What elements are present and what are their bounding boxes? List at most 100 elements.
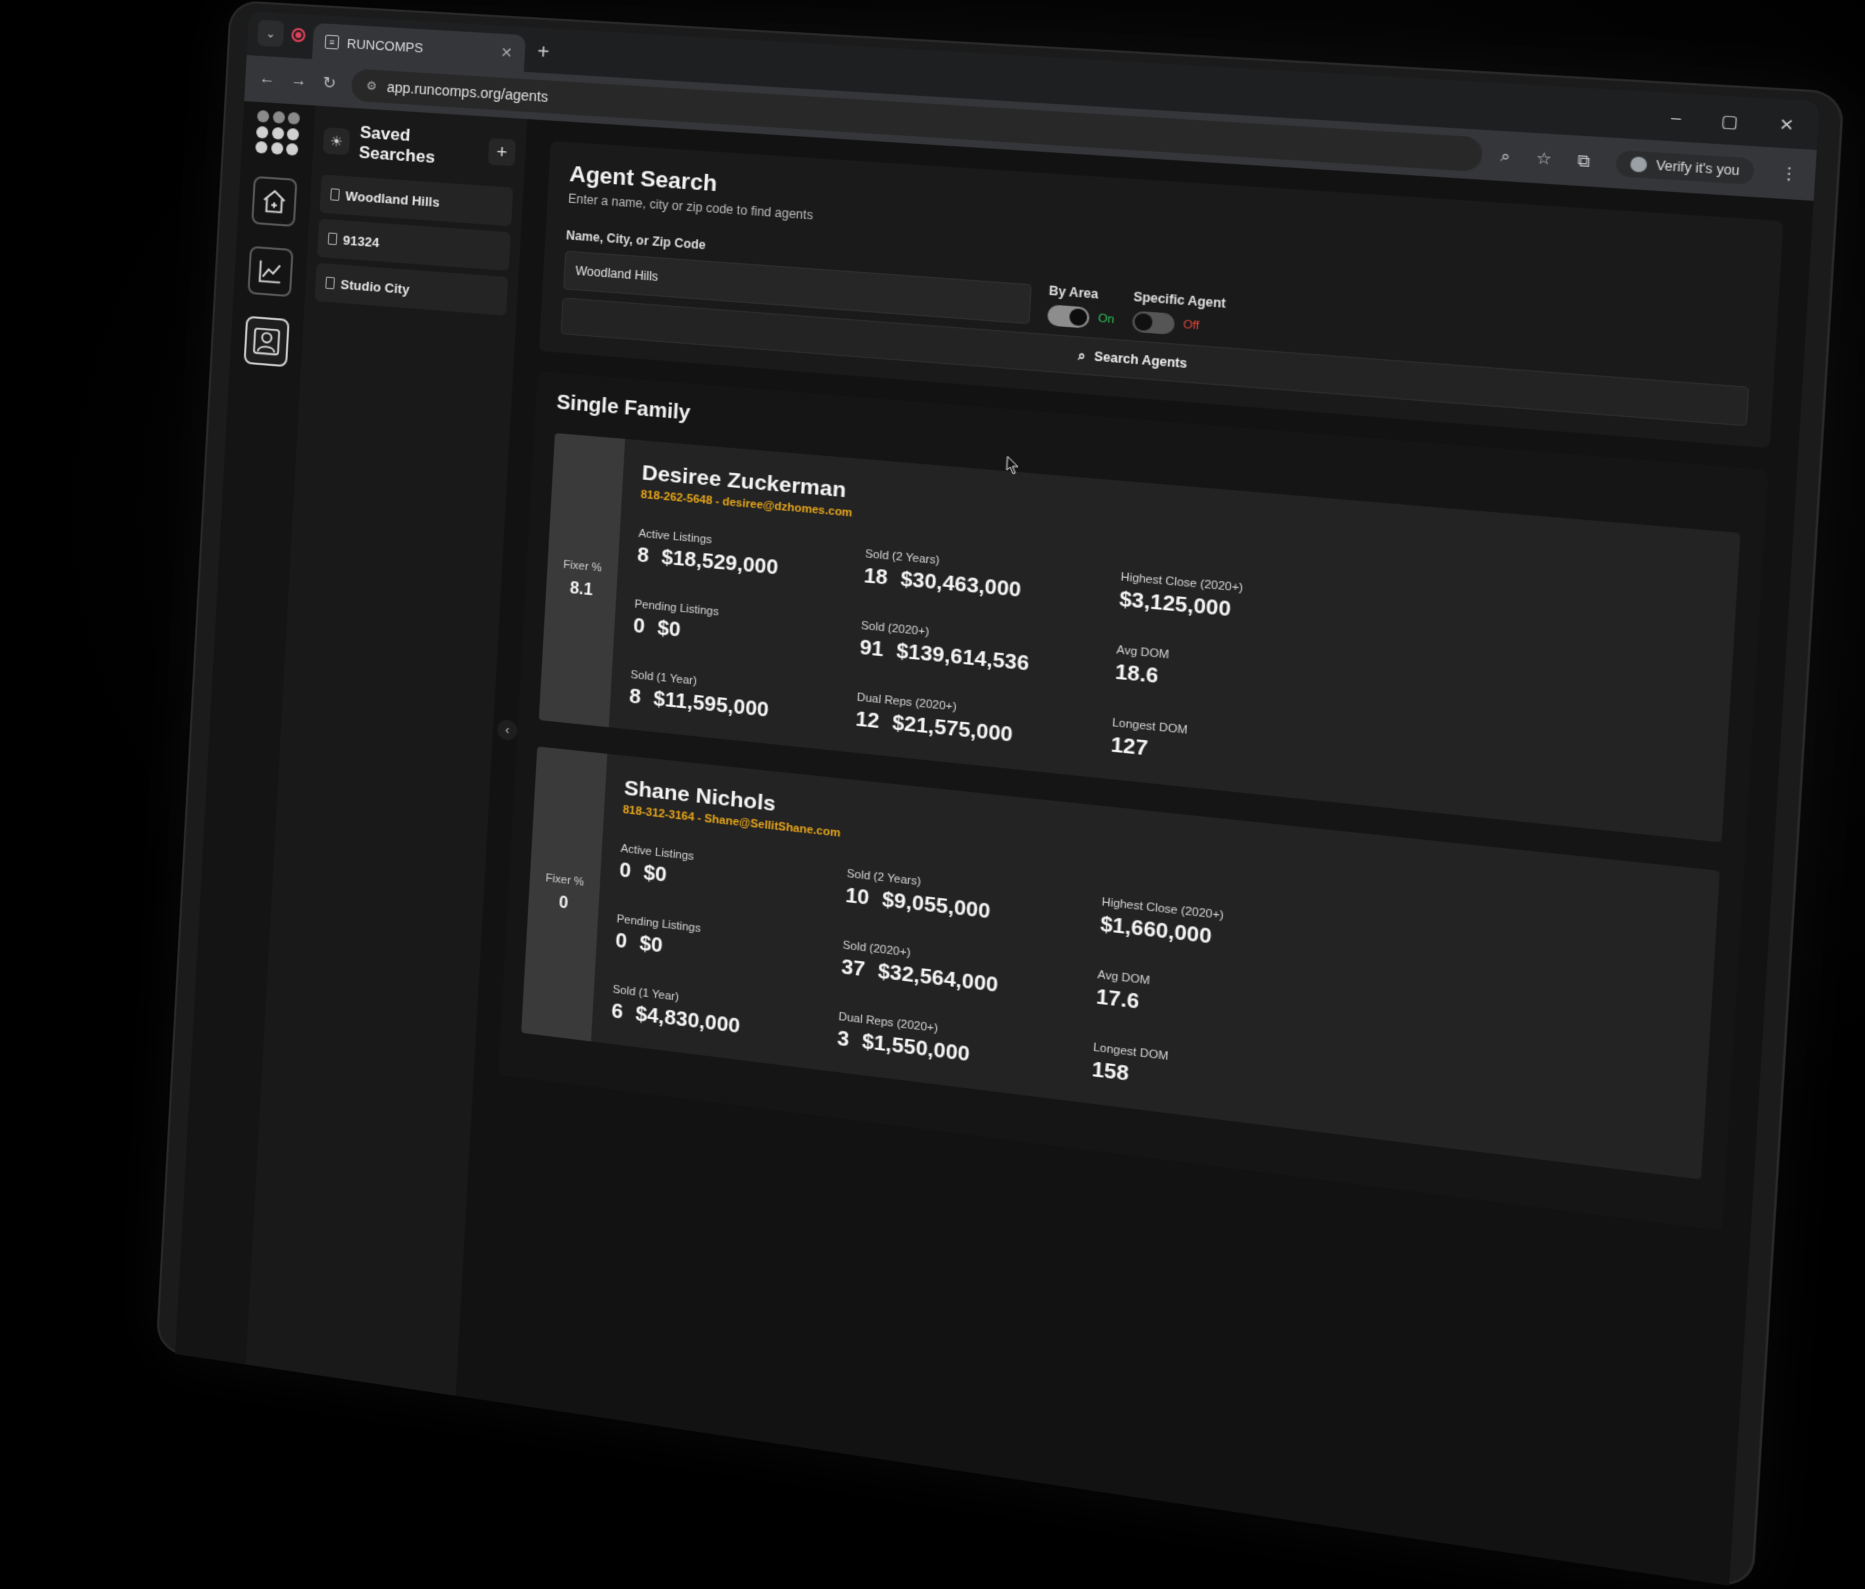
background: ⌄ ≡ RUNCOMPS ✕ + – ▢ ✕ ← → ↻ ⚙ app.runco… — [0, 0, 1865, 1589]
saved-search-label: Woodland Hills — [345, 187, 441, 210]
stat-value: 91 — [859, 636, 885, 662]
collapse-sidebar-button[interactable]: ‹ — [496, 718, 519, 742]
window-controls: – ▢ ✕ — [1670, 108, 1794, 135]
theme-toggle-icon[interactable]: ☀ — [322, 127, 351, 156]
recording-icon — [291, 27, 306, 43]
agent-card-list: Fixer % 8.1 Desiree Zuckerman 818-262-56… — [521, 433, 1741, 1180]
stat-avg-dom: Avg DOM 18.6 — [1114, 644, 1341, 707]
search-icon: ⌕ — [1077, 347, 1086, 363]
toolbar-icons: ⌕ ☆ ⧉ Verify it's you ⋮ — [1500, 143, 1799, 188]
by-area-toggle[interactable] — [1046, 304, 1090, 329]
extensions-icon[interactable]: ⧉ — [1577, 151, 1591, 170]
specific-agent-toggle[interactable] — [1131, 310, 1175, 335]
stat-active-listings: Active Listings 8 $18,529,000 — [637, 528, 866, 589]
stat-value: 3 — [836, 1027, 850, 1052]
minimize-icon[interactable]: – — [1670, 108, 1681, 128]
favicon-icon: ≡ — [324, 34, 340, 50]
forward-icon[interactable]: → — [290, 72, 307, 91]
stat-value: $3,125,000 — [1118, 587, 1232, 622]
analytics-nav-button[interactable] — [247, 245, 294, 298]
stat-value: 6 — [610, 999, 624, 1024]
stat-avg-dom: Avg DOM 17.6 — [1095, 969, 1321, 1037]
saved-search-item[interactable]: Studio City — [314, 262, 509, 316]
stat-value: 127 — [1110, 733, 1149, 761]
tab-title: RUNCOMPS — [346, 35, 424, 56]
stat-value: 0 — [618, 858, 632, 883]
stat-sold-2-years: Sold (2 Years) 10 $9,055,000 — [845, 868, 1102, 937]
house-plus-icon — [259, 185, 290, 213]
stat-highest-close: Highest Close (2020+) $1,660,000 — [1100, 896, 1326, 963]
app-logo[interactable] — [255, 109, 301, 157]
by-area-toggle-group: By Area On — [1046, 283, 1116, 330]
stat-pending-listings: Pending Listings 0 $0 — [615, 913, 843, 980]
saved-searches-title: Saved Searches — [358, 122, 436, 167]
stat-value: 0 — [614, 929, 628, 954]
stat-value: 8 — [636, 543, 650, 568]
saved-search-item[interactable]: Woodland Hills — [319, 174, 514, 227]
zoom-icon[interactable]: ⌕ — [1500, 147, 1511, 166]
saved-searches-header: ☀ Saved Searches + — [322, 120, 516, 173]
stat-value: $0 — [642, 861, 668, 887]
search-button-label: Search Agents — [1093, 349, 1188, 372]
reload-icon[interactable]: ↻ — [322, 73, 336, 94]
back-icon[interactable]: ← — [259, 70, 276, 89]
stat-dual-reps: Dual Reps (2020+) 3 $1,550,000 — [837, 1011, 1094, 1083]
avatar — [1629, 156, 1647, 173]
laptop-frame: ⌄ ≡ RUNCOMPS ✕ + – ▢ ✕ ← → ↻ ⚙ app.runco… — [155, 0, 1845, 1589]
add-saved-search-button[interactable]: + — [487, 138, 516, 167]
stat-value: $18,529,000 — [660, 546, 779, 580]
home-nav-button[interactable] — [251, 175, 298, 228]
stat-value: 8 — [628, 685, 642, 709]
stat-pending-listings: Pending Listings 0 $0 — [633, 598, 862, 660]
stat-longest-dom: Longest DOM 127 — [1110, 717, 1336, 781]
browser-window: ⌄ ≡ RUNCOMPS ✕ + – ▢ ✕ ← → ↻ ⚙ app.runco… — [175, 11, 1820, 1586]
close-tab-icon[interactable]: ✕ — [500, 43, 513, 61]
fixer-label: Fixer % — [563, 558, 603, 575]
stat-value: 37 — [840, 955, 866, 982]
close-window-icon[interactable]: ✕ — [1778, 115, 1794, 136]
line-chart-icon — [258, 259, 280, 283]
maximize-icon[interactable]: ▢ — [1721, 111, 1739, 132]
stat-sold-2020: Sold (2020+) 37 $32,564,000 — [841, 939, 1098, 1010]
document-icon — [330, 188, 340, 201]
main-content: ‹ Agent Search Enter a name, city or zip… — [455, 119, 1814, 1586]
url-text: app.runcomps.org/agents — [386, 78, 549, 105]
bookmark-star-icon[interactable]: ☆ — [1535, 148, 1552, 168]
menu-kebab-icon[interactable]: ⋮ — [1780, 163, 1799, 184]
stat-value: 0 — [632, 614, 646, 639]
specific-agent-state: Off — [1182, 318, 1200, 333]
stat-active-listings: Active Listings 0 $0 — [619, 843, 847, 909]
by-area-label: By Area — [1048, 283, 1099, 302]
stat-sold-2020: Sold (2020+) 91 $139,614,536 — [859, 620, 1117, 685]
saved-search-label: Studio City — [340, 276, 410, 297]
stat-dual-reps: Dual Reps (2020+) 12 $21,575,000 — [855, 691, 1113, 758]
fixer-value: 8.1 — [569, 579, 594, 600]
agents-nav-button[interactable] — [243, 315, 290, 368]
stat-value: 18.6 — [1114, 660, 1159, 689]
stat-sold-2-years: Sold (2 Years) 18 $30,463,000 — [863, 548, 1121, 612]
stat-value: 18 — [863, 564, 889, 590]
stat-value: $0 — [656, 616, 682, 642]
mouse-cursor-icon — [1005, 455, 1019, 475]
specific-agent-toggle-group: Specific Agent Off — [1131, 289, 1226, 338]
stat-sold-1-year: Sold (1 Year) 8 $11,595,000 — [629, 669, 858, 732]
stat-sold-1-year: Sold (1 Year) 6 $4,830,000 — [611, 984, 839, 1052]
by-area-state: On — [1097, 312, 1115, 327]
tab-search-icon[interactable]: ⌄ — [257, 19, 285, 48]
person-icon — [251, 325, 282, 357]
saved-search-label: 91324 — [342, 232, 380, 250]
stat-longest-dom: Longest DOM 158 — [1091, 1041, 1317, 1110]
stat-value: $0 — [638, 932, 664, 958]
stat-value: 17.6 — [1095, 985, 1140, 1014]
verify-label: Verify it's you — [1655, 157, 1741, 179]
profile-button[interactable]: Verify it's you — [1615, 149, 1755, 185]
single-family-section: Single Family Fixer % 8.1 Desiree Zucker… — [498, 371, 1769, 1231]
specific-agent-label: Specific Agent — [1133, 289, 1227, 311]
document-icon — [325, 276, 335, 290]
saved-search-item[interactable]: 91324 — [317, 218, 511, 271]
stat-value: 158 — [1091, 1058, 1130, 1086]
stat-value: 10 — [844, 884, 870, 910]
site-settings-icon[interactable]: ⚙ — [366, 79, 378, 94]
new-tab-icon[interactable]: + — [537, 41, 550, 65]
fixer-value: 0 — [558, 894, 569, 913]
